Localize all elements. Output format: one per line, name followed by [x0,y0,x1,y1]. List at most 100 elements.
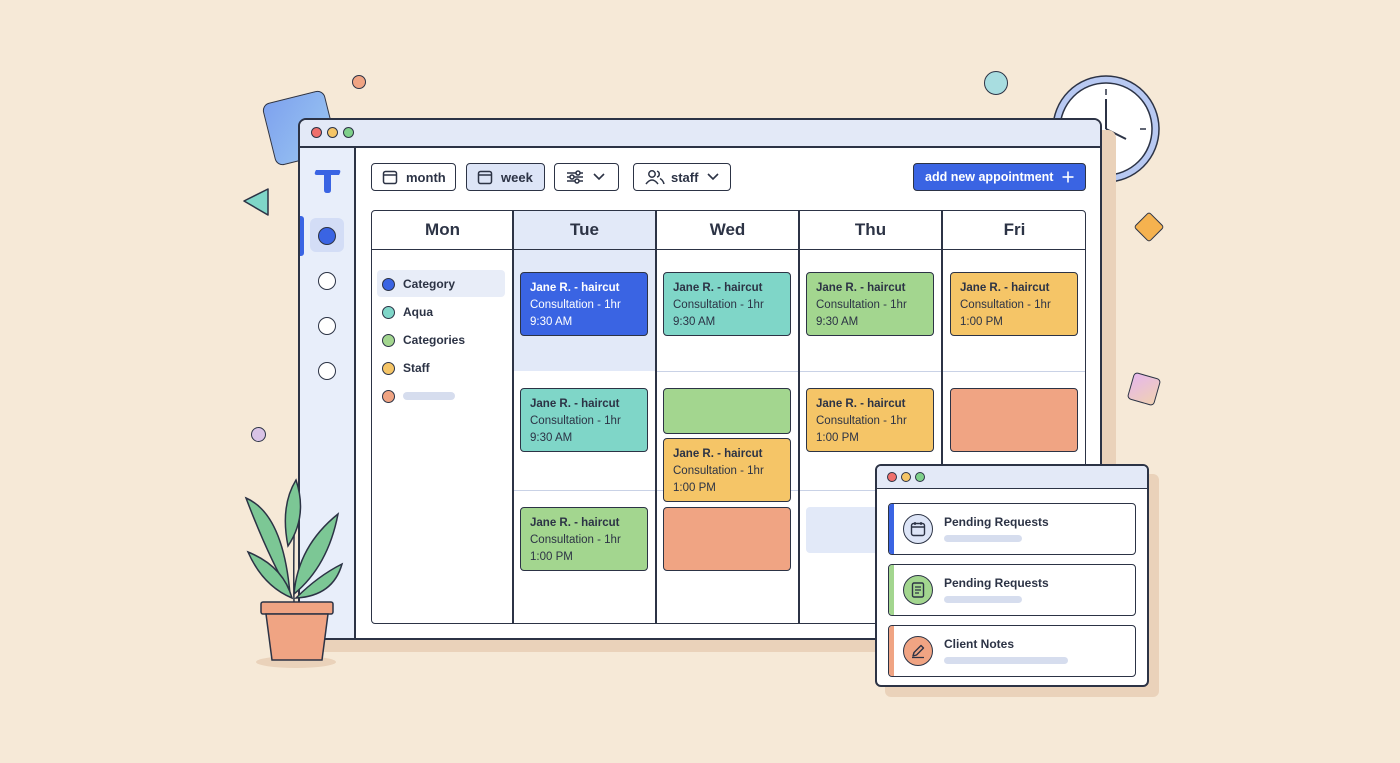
decor-dot-lilac [251,427,266,442]
calendar-icon [382,170,398,185]
category-item[interactable] [380,383,506,409]
sidebar-active-indicator [300,216,304,256]
category-color-dot [382,389,395,403]
category-color-dot [382,305,395,319]
card-accent-stripe [889,504,894,554]
users-icon [645,170,665,185]
appointment-detail: Consultation - 1hr [673,299,764,311]
add-appointment-label: add new appointment [925,170,1054,184]
appointment-card[interactable]: Jane R. - haircut Consultation - 1hr 9:3… [520,272,648,336]
week-view-button[interactable]: week [466,163,545,191]
client-notes-card[interactable]: Client Notes [888,625,1136,677]
appointment-card[interactable]: Jane R. - haircut Consultation - 1hr 9:3… [663,272,791,336]
minimize-panel-button[interactable] [901,472,911,482]
sidebar-item-4[interactable] [318,362,336,380]
day-header-fri: Fri [942,211,1085,250]
appointment-detail: Consultation - 1hr [960,299,1051,311]
appointment-time: 9:30 AM [530,316,573,328]
appointment-card[interactable]: Jane R. - haircut Consultation - 1hr 1:0… [806,388,934,452]
appointment-title: Jane R. - haircut [530,398,620,410]
requests-panel-window: Pending Requests Pending Requests Client… [875,464,1149,687]
appointment-card[interactable]: Jane R. - haircut Consultation - 1hr 9:3… [520,388,648,452]
category-placeholder-bar [403,392,455,400]
appointment-title: Jane R. - haircut [530,517,620,529]
close-panel-button[interactable] [887,472,897,482]
card-label: Client Notes [944,637,1015,651]
day-header-wed: Wed [656,211,799,250]
sidebar-item-3[interactable] [318,317,336,335]
category-item[interactable]: Categories [380,327,506,353]
category-color-dot [382,277,395,291]
card-label: Pending Requests [944,515,1049,529]
window-titlebar [300,120,1100,148]
card-accent-stripe [889,565,894,615]
card-label: Pending Requests [944,576,1049,590]
category-label: Staff [403,361,430,375]
card-placeholder-bar [944,596,1022,603]
decor-dot-orange [352,75,366,89]
appointment-card[interactable]: Jane R. - haircut Consultation - 1hr 1:0… [663,438,791,502]
day-header-tue: Tue [513,211,656,250]
appointment-detail: Consultation - 1hr [816,415,907,427]
close-window-button[interactable] [311,127,322,138]
staff-label: staff [671,169,699,185]
appointment-time: 1:00 PM [673,482,716,494]
day-header-mon: Mon [372,211,513,250]
app-logo-icon [314,170,341,193]
appointment-detail: Consultation - 1hr [530,415,621,427]
potted-plant-illustration [244,478,344,668]
appointment-detail: Consultation - 1hr [816,299,907,311]
row-divider [656,371,1085,372]
category-label: Aqua [403,305,433,319]
sidebar-item-calendar[interactable] [318,227,336,245]
month-view-button[interactable]: month [371,163,456,191]
appointment-time: 9:30 AM [816,316,859,328]
appointment-title: Jane R. - haircut [960,282,1050,294]
appointment-title: Jane R. - haircut [530,282,620,294]
week-view-label: week [501,169,533,185]
minimize-window-button[interactable] [327,127,338,138]
category-label: Category [403,277,456,291]
decor-square-pink [1126,371,1162,407]
sliders-icon [567,170,583,184]
appointment-time: 1:00 PM [816,432,859,444]
calendar-icon [903,514,933,544]
category-item[interactable]: Category [380,271,506,297]
card-accent-stripe [889,626,894,676]
appointment-card-empty[interactable] [950,388,1078,452]
calendar-icon [477,170,493,185]
pending-requests-card[interactable]: Pending Requests [888,564,1136,616]
appointment-card-empty[interactable] [663,507,791,571]
card-placeholder-bar [944,535,1022,542]
sidebar-item-2[interactable] [318,272,336,290]
appointment-detail: Consultation - 1hr [530,534,621,546]
document-icon [903,575,933,605]
add-appointment-button[interactable]: add new appointment [913,163,1086,191]
appointment-card[interactable]: Jane R. - haircut Consultation - 1hr 1:0… [520,507,648,571]
panel-titlebar [877,466,1147,489]
staff-dropdown[interactable]: staff [633,163,731,191]
column-divider [655,211,657,623]
maximize-window-button[interactable] [343,127,354,138]
decor-dot-aqua [984,71,1008,95]
category-item[interactable]: Aqua [380,299,506,325]
maximize-panel-button[interactable] [915,472,925,482]
appointment-title: Jane R. - haircut [673,282,763,294]
appointment-title: Jane R. - haircut [816,398,906,410]
pending-requests-card[interactable]: Pending Requests [888,503,1136,555]
day-header-thu: Thu [799,211,942,250]
appointment-detail: Consultation - 1hr [673,465,764,477]
category-color-dot [382,333,395,347]
appointment-title: Jane R. - haircut [673,448,763,460]
column-divider [798,211,800,623]
category-label: Categories [403,333,466,347]
appointment-card[interactable]: Jane R. - haircut Consultation - 1hr 1:0… [950,272,1078,336]
column-divider [512,211,514,623]
appointment-card[interactable]: Jane R. - haircut Consultation - 1hr 9:3… [806,272,934,336]
decor-triangle-teal [243,188,269,216]
chevron-down-icon [593,173,605,181]
category-item[interactable]: Staff [380,355,506,381]
category-color-dot [382,361,395,375]
filter-dropdown[interactable] [554,163,619,191]
appointment-card-empty[interactable] [663,388,791,434]
